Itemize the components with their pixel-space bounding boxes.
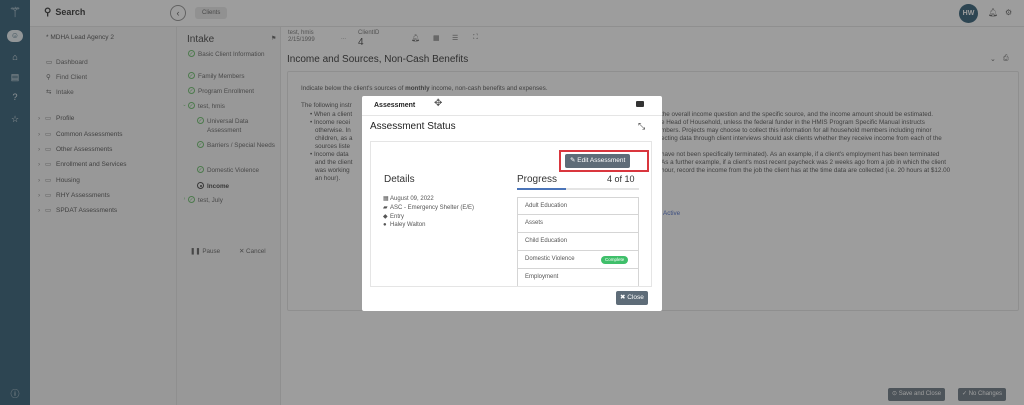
assessment-section-item[interactable]: Domestic Violence Complete [517, 251, 639, 269]
tag-icon: ◆ [383, 214, 388, 220]
assessment-modal: Assessment ✥ Assessment Status ⤡ ✎ Edit … [362, 96, 662, 311]
assessment-section-label: Adult Education [525, 203, 568, 209]
progress-count: 4 of 10 [607, 174, 635, 184]
progress-bar [517, 188, 639, 190]
video-icon[interactable] [636, 101, 644, 107]
detail-program-text: ASC - Emergency Shelter (E/E) [390, 205, 475, 211]
assessment-section-label: Child Education [525, 238, 568, 244]
user-icon: ● [383, 222, 387, 228]
assessment-section-list: Adult Education Assets Child Education Dome… [517, 197, 639, 286]
assessment-section-label: Assets [525, 220, 544, 226]
expand-icon[interactable]: ⤡ [638, 121, 645, 132]
folder-icon: ▰ [383, 205, 388, 211]
detail-program: ▰ ASC - Emergency Shelter (E/E) [383, 204, 474, 211]
highlight-box [559, 150, 649, 172]
assessment-section-item[interactable]: Child Education [517, 233, 639, 251]
detail-date-text: August 09, 2022 [390, 196, 434, 202]
move-icon[interactable]: ✥ [434, 98, 442, 109]
assessment-section-item[interactable]: Employment [517, 269, 639, 286]
detail-staff: ● Haley Walton [383, 222, 425, 228]
close-label: Close [627, 294, 644, 301]
detail-date: ▦August 09, 2022 [383, 195, 434, 202]
assessment-status-title: Assessment Status [370, 121, 456, 132]
close-icon: ✖ [620, 294, 626, 301]
progress-bar-fill [517, 188, 566, 190]
assessment-section-label: Employment [525, 274, 559, 280]
details-heading: Details [384, 174, 415, 185]
assessment-section-label: Domestic Violence [525, 256, 575, 262]
progress-heading: Progress [517, 174, 558, 185]
calendar-icon: ▦ [383, 196, 389, 202]
close-button[interactable]: ✖ Close [616, 291, 648, 305]
assessment-section-item[interactable]: Assets [517, 215, 639, 233]
detail-staff-text: Haley Walton [390, 222, 426, 228]
modal-header: Assessment ✥ [362, 96, 662, 116]
status-badge: Complete [601, 256, 629, 264]
modal-title: Assessment [374, 102, 416, 109]
assessment-status-card: ✎ Edit Assessment Details ▦August 09, 20… [370, 141, 652, 287]
assessment-section-item[interactable]: Adult Education [517, 197, 639, 215]
detail-type: ◆ Entry [383, 213, 404, 220]
detail-type-text: Entry [390, 214, 405, 220]
